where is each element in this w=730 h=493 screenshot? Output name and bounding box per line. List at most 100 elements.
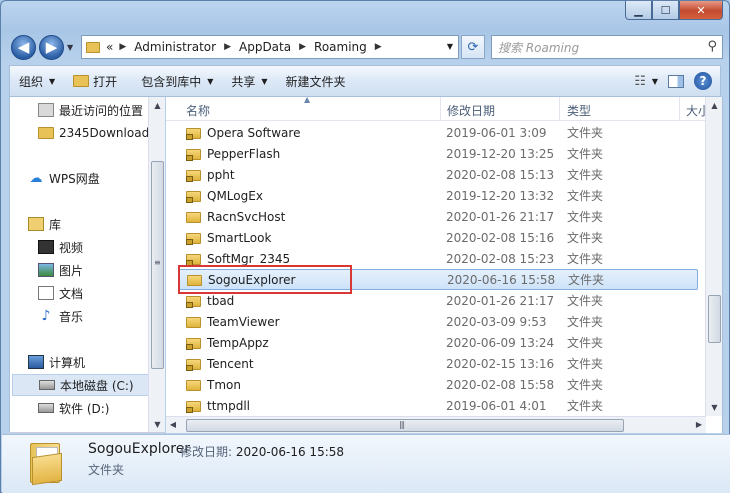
forward-button[interactable]: ▶ <box>39 35 64 60</box>
folder-icon <box>86 41 100 53</box>
nav-item-videos[interactable]: 视频 <box>38 236 165 258</box>
scroll-down-arrow-icon[interactable]: ▼ <box>706 403 722 412</box>
breadcrumb-separator[interactable]: ▶ <box>299 42 306 52</box>
maximize-button[interactable]: ☐ <box>652 1 679 20</box>
table-row[interactable]: RacnSvcHost 2020-01-26 21:17 文件夹 <box>178 206 698 227</box>
nav-item-libraries[interactable]: 库 <box>28 213 165 235</box>
address-bar[interactable]: « ▶ Administrator ▶ AppData ▶ Roaming ▶ … <box>81 35 459 59</box>
recent-places-icon <box>38 103 54 117</box>
scroll-up-arrow-icon[interactable]: ▲ <box>706 101 722 110</box>
close-button[interactable]: ✕ <box>679 1 723 20</box>
breadcrumb-item[interactable]: AppData <box>239 40 291 54</box>
share-label: 共享 <box>231 74 256 89</box>
breadcrumb-item[interactable]: Administrator <box>134 40 216 54</box>
command-bar: 组织 ▼ 打开 包含到库中 ▼ 共享 ▼ 新建文件夹 ☷ ▼ ? <box>9 65 721 97</box>
annotation-highlight-box <box>178 265 352 294</box>
recent-pages-dropdown[interactable]: ▼ <box>67 43 73 52</box>
breadcrumb-separator[interactable]: ▶ <box>224 42 231 52</box>
file-type: 文件夹 <box>567 357 604 371</box>
file-name: QMLogEx <box>207 188 263 203</box>
file-list-horizontal-scrollbar[interactable]: ◀ ||| ▶ <box>166 416 706 433</box>
new-folder-button[interactable]: 新建文件夹 <box>277 66 355 96</box>
file-list: ▲ 名称 修改日期 类型 大小 Opera Software 2019-06-01… <box>166 97 723 433</box>
locked-folder-icon <box>186 336 202 350</box>
nav-item-label: 视频 <box>59 240 84 255</box>
file-type: 文件夹 <box>567 210 604 224</box>
column-header-date[interactable]: 修改日期 <box>447 102 495 119</box>
table-row[interactable]: Tencent 2020-02-15 13:16 文件夹 <box>178 353 698 374</box>
preview-pane-icon[interactable] <box>668 74 684 88</box>
file-modified-date: 2019-06-01 4:01 <box>446 398 547 413</box>
scroll-left-arrow-icon[interactable]: ◀ <box>166 420 180 429</box>
scrollbar-thumb[interactable]: ≡ <box>151 161 164 369</box>
file-type: 文件夹 <box>567 168 604 182</box>
breadcrumb-overflow[interactable]: « <box>106 40 113 54</box>
table-row[interactable]: PepperFlash 2019-12-20 13:25 文件夹 <box>178 143 698 164</box>
nav-item-label: 最近访问的位置 <box>59 103 144 118</box>
scroll-down-arrow-icon[interactable]: ▼ <box>149 420 165 429</box>
dropdown-arrow-icon: ▼ <box>207 76 214 86</box>
library-icon <box>28 217 44 231</box>
nav-item-software-d[interactable]: 软件 (D:) <box>38 397 165 419</box>
breadcrumb-separator[interactable]: ▶ <box>375 42 382 52</box>
table-row[interactable]: ppht 2020-02-08 15:13 文件夹 <box>178 164 698 185</box>
scrollbar-thumb[interactable] <box>708 295 721 343</box>
document-icon <box>38 286 54 300</box>
organize-menu[interactable]: 组织 ▼ <box>10 66 64 96</box>
search-input[interactable]: 搜索 Roaming ⚲ <box>491 35 723 59</box>
column-divider[interactable] <box>679 97 680 121</box>
dropdown-arrow-icon: ▼ <box>261 76 268 86</box>
nav-item-wps-cloud[interactable]: ☁ WPS网盘 <box>28 167 165 189</box>
caption-buttons: ▁ ☐ ✕ <box>625 1 723 20</box>
navigation-bar: ◀ ▶ ▼ « ▶ Administrator ▶ AppData ▶ Roam… <box>11 33 723 61</box>
nav-item-music[interactable]: ♪ 音乐 <box>38 305 165 327</box>
music-icon: ♪ <box>41 308 51 324</box>
table-row[interactable]: TempAppz 2020-06-09 13:24 文件夹 <box>178 332 698 353</box>
help-icon[interactable]: ? <box>694 72 712 90</box>
back-button[interactable]: ◀ <box>11 35 36 60</box>
scroll-right-arrow-icon[interactable]: ▶ <box>692 420 706 429</box>
minimize-button[interactable]: ▁ <box>625 1 652 20</box>
nav-item-recent-places[interactable]: 最近访问的位置 <box>38 99 165 121</box>
nav-item-pictures[interactable]: 图片 <box>38 259 165 281</box>
details-modified-label: 修改日期: <box>180 445 233 459</box>
nav-item-documents[interactable]: 文档 <box>38 282 165 304</box>
file-type: 文件夹 <box>567 294 604 308</box>
table-row[interactable]: ttmpdll 2019-06-01 4:01 文件夹 <box>178 395 698 416</box>
file-name: PepperFlash <box>207 146 281 161</box>
breadcrumb-item[interactable]: Roaming <box>314 40 367 54</box>
new-folder-label: 新建文件夹 <box>285 74 346 89</box>
column-header-name[interactable]: 名称 <box>186 102 210 119</box>
scrollbar-thumb[interactable]: ||| <box>186 419 624 432</box>
refresh-button[interactable]: ⟳ <box>461 35 485 59</box>
table-row[interactable]: SmartLook 2020-02-08 15:16 文件夹 <box>178 227 698 248</box>
column-divider[interactable] <box>559 97 560 121</box>
computer-icon <box>28 355 44 369</box>
nav-item-computer[interactable]: 计算机 <box>28 351 165 373</box>
details-modified: 修改日期: 2020-06-16 15:58 <box>180 443 344 460</box>
file-modified-date: 2020-06-09 13:24 <box>446 335 555 350</box>
table-row[interactable]: Opera Software 2019-06-01 3:09 文件夹 <box>178 122 698 143</box>
search-icon[interactable]: ⚲ <box>707 39 717 54</box>
table-row[interactable]: QMLogEx 2019-12-20 13:32 文件夹 <box>178 185 698 206</box>
column-header-type[interactable]: 类型 <box>567 102 591 119</box>
nav-item-2345downloads[interactable]: 2345Downloads <box>38 122 165 144</box>
file-list-vertical-scrollbar[interactable]: ▲ ▼ <box>705 97 722 416</box>
share-menu[interactable]: 共享 ▼ <box>222 66 276 96</box>
table-row[interactable]: TeamViewer 2020-03-09 9:53 文件夹 <box>178 311 698 332</box>
change-view-icon[interactable]: ☷ <box>630 74 650 89</box>
locked-folder-icon <box>186 126 202 140</box>
address-history-dropdown[interactable]: ▼ <box>447 42 453 51</box>
nav-pane-scrollbar[interactable]: ▲ ≡ ▼ <box>148 97 165 432</box>
table-row[interactable]: Tmon 2020-02-08 15:58 文件夹 <box>178 374 698 395</box>
column-divider[interactable] <box>440 97 441 121</box>
navigation-pane: 最近访问的位置 2345Downloads ☁ WPS网盘 库 视频 图片 文档… <box>9 97 165 433</box>
file-type: 文件夹 <box>567 315 604 329</box>
open-button[interactable]: 打开 <box>64 66 126 96</box>
sort-ascending-icon: ▲ <box>304 97 311 104</box>
nav-item-local-disk-c[interactable]: 本地磁盘 (C:) <box>12 374 154 396</box>
scroll-up-arrow-icon[interactable]: ▲ <box>149 101 165 110</box>
view-options-dropdown[interactable]: ▼ <box>652 77 658 86</box>
folder-icon <box>38 127 54 139</box>
include-in-library-menu[interactable]: 包含到库中 ▼ <box>132 66 222 96</box>
